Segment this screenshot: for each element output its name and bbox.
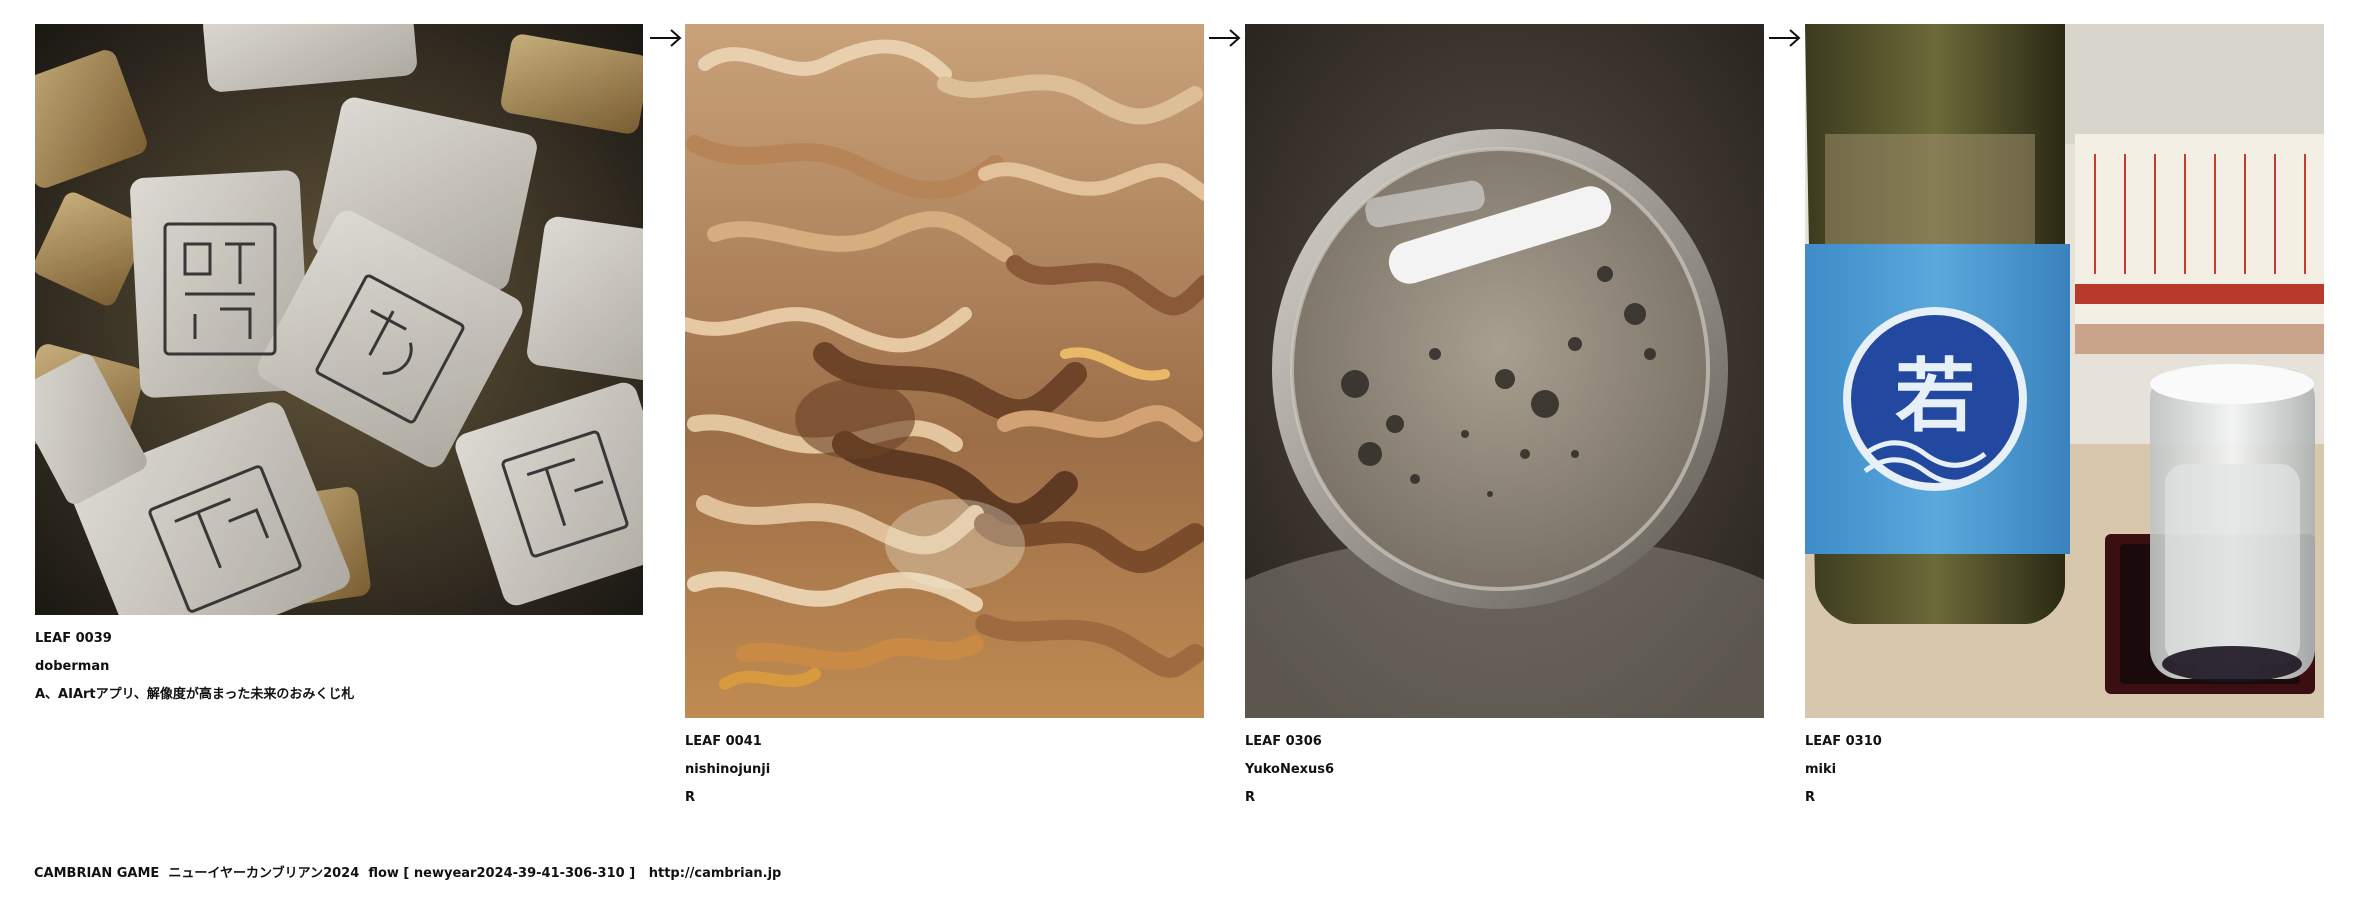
footer-url[interactable]: http://cambrian.jp [649,866,782,881]
leaf-photo-sake-bottle[interactable]: 若 [1805,24,2324,718]
leaf-author[interactable]: miki [1805,756,2324,784]
leaf-caption: LEAF 0039 doberman A、AIArtアプリ、解像度が高まった未来… [35,625,643,709]
leaf-id[interactable]: LEAF 0306 [1245,728,1764,756]
leaf-id[interactable]: LEAF 0310 [1805,728,2324,756]
leaf-caption: LEAF 0310 miki R [1805,728,2324,812]
leaf-card-0310: 若 LEAF 0310 miki R [1805,24,2324,812]
leaf-id[interactable]: LEAF 0039 [35,625,643,653]
leaf-photo-gyudon[interactable] [685,24,1204,718]
footer-title: ニューイヤーカンブリアン2024 [168,866,360,881]
leaf-caption: LEAF 0306 YukoNexus6 R [1245,728,1764,812]
leaf-card-0039: LEAF 0039 doberman A、AIArtアプリ、解像度が高まった未来… [35,24,643,709]
sake-label-glyph: 若 [1895,350,1975,443]
flow-footer: CAMBRIAN GAME ニューイヤーカンブリアン2024 flow [ ne… [34,862,781,881]
right-arrow-icon [1209,29,1241,47]
leaf-author[interactable]: nishinojunji [685,756,1204,784]
leaf-card-0041: LEAF 0041 nishinojunji R [685,24,1204,812]
leaf-author[interactable]: doberman [35,653,643,681]
leaf-photo-omikuji-cards[interactable] [35,24,643,615]
right-arrow-icon [1769,29,1801,47]
leaf-card-0306: LEAF 0306 YukoNexus6 R [1245,24,1764,812]
leaf-text: A、AIArtアプリ、解像度が高まった未来のおみくじ札 [35,687,355,702]
leaf-id[interactable]: LEAF 0041 [685,728,1204,756]
leaf-text: R [1245,790,1256,805]
leaf-photo-metal-cup[interactable] [1245,24,1764,718]
cambrian-flow-page: LEAF 0039 doberman A、AIArtアプリ、解像度が高まった未来… [0,0,2359,900]
footer-flow: flow [ newyear2024-39-41-306-310 ] [368,866,636,881]
right-arrow-icon [650,29,682,47]
leaf-caption: LEAF 0041 nishinojunji R [685,728,1204,812]
leaf-author[interactable]: YukoNexus6 [1245,756,1764,784]
footer-game[interactable]: CAMBRIAN GAME [34,866,159,881]
leaf-text: R [685,790,696,805]
leaf-text: R [1805,790,1816,805]
